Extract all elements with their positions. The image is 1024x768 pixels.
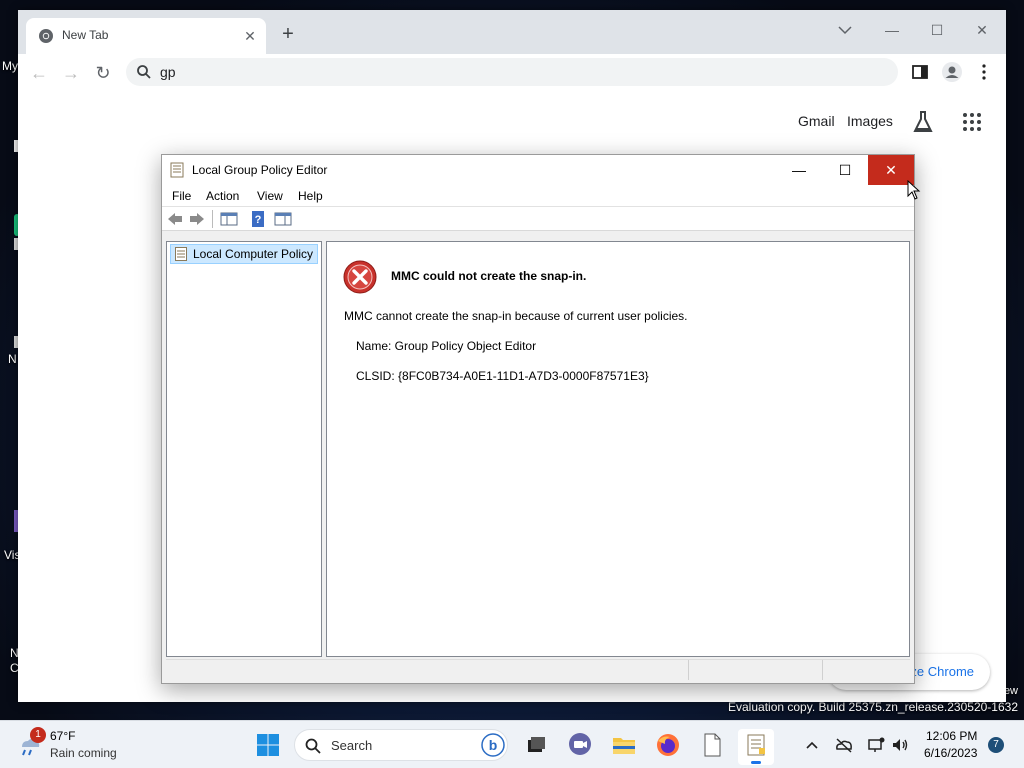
mmc-content: Local Computer Policy MMC could not crea… — [166, 241, 910, 657]
apps-grid-icon[interactable] — [962, 112, 982, 132]
volume-icon[interactable] — [890, 735, 910, 755]
images-link[interactable]: Images — [847, 113, 893, 129]
error-name-line: Name: Group Policy Object Editor — [356, 339, 537, 353]
search-icon — [137, 65, 151, 79]
back-arrow-icon[interactable]: ← — [26, 60, 52, 86]
clock-date[interactable]: 6/16/2023 — [924, 746, 977, 760]
task-view-icon[interactable] — [522, 731, 550, 759]
windows-start-icon[interactable] — [256, 733, 280, 757]
search-icon — [305, 738, 321, 754]
taskbar: 1 67°F Rain coming Search b 12:06 PM 6/1… — [0, 720, 1024, 768]
reload-icon[interactable]: ↻ — [90, 60, 116, 86]
error-clsid-line: CLSID: {8FC0B734-A0E1-11D1-A7D3-0000F875… — [356, 369, 649, 383]
show-action-pane-icon[interactable] — [274, 210, 292, 228]
weather-description[interactable]: Rain coming — [50, 746, 117, 760]
error-heading: MMC could not create the snap-in. — [391, 269, 587, 283]
profile-icon[interactable] — [940, 60, 964, 84]
teams-chat-icon[interactable] — [566, 731, 594, 759]
help-icon[interactable]: ? — [250, 210, 268, 228]
chevron-up-icon[interactable] — [802, 735, 822, 755]
chrome-toolbar: ← → ↻ gp — [18, 54, 1006, 90]
bing-icon[interactable]: b — [481, 733, 505, 757]
customize-chrome-label: ze Chrome — [910, 664, 974, 679]
back-arrow-icon[interactable] — [166, 210, 184, 228]
mmc-status-bar — [166, 659, 910, 680]
error-message: MMC cannot create the snap-in because of… — [344, 309, 688, 323]
console-tree: Local Computer Policy — [166, 241, 322, 657]
blank-document-icon[interactable] — [698, 731, 726, 759]
mouse-cursor-icon — [907, 180, 921, 200]
weather-badge: 1 — [30, 727, 46, 743]
active-app-indicator — [751, 761, 761, 764]
desktop-icon-label[interactable]: N — [8, 352, 17, 366]
notification-badge[interactable]: 7 — [988, 737, 1004, 753]
weather-temperature[interactable]: 67°F — [50, 729, 75, 743]
policy-document-icon — [747, 734, 765, 756]
svg-text:?: ? — [255, 214, 262, 226]
tab-new-tab[interactable]: New Tab ✕ — [26, 18, 266, 54]
mmc-menu-bar: File Action View Help — [162, 185, 914, 207]
group-policy-editor-window: Local Group Policy Editor — ☐ ✕ File Act… — [161, 154, 915, 684]
taskbar-search-placeholder: Search — [331, 738, 373, 753]
chrome-icon — [39, 29, 53, 43]
network-icon[interactable] — [866, 735, 886, 755]
mmc-title-bar: Local Group Policy Editor — ☐ ✕ — [162, 155, 914, 185]
desktop-icon-label[interactable]: ew — [1004, 685, 1018, 697]
close-button[interactable]: ✕ — [966, 16, 998, 44]
firefox-icon[interactable] — [654, 731, 682, 759]
taskbar-group-policy-app[interactable] — [738, 729, 774, 765]
tree-item-local-computer-policy[interactable]: Local Computer Policy — [170, 244, 319, 264]
forward-arrow-icon[interactable] — [188, 210, 206, 228]
policy-document-icon — [170, 162, 184, 178]
menu-view[interactable]: View — [257, 189, 283, 203]
mmc-maximize-button[interactable]: ☐ — [822, 155, 868, 185]
desktop-icon-label[interactable]: My — [2, 59, 18, 73]
address-bar-text[interactable]: gp — [160, 64, 176, 80]
new-tab-button[interactable]: + — [276, 23, 300, 47]
menu-action[interactable]: Action — [206, 189, 239, 203]
address-bar[interactable]: gp — [126, 58, 898, 86]
file-explorer-icon[interactable] — [610, 731, 638, 759]
forward-arrow-icon[interactable]: → — [58, 60, 84, 86]
result-pane: MMC could not create the snap-in. MMC ca… — [326, 241, 910, 657]
labs-flask-icon[interactable] — [912, 110, 934, 134]
tab-title: New Tab — [62, 28, 109, 42]
clock-time[interactable]: 12:06 PM — [926, 729, 977, 743]
toolbar-separator — [212, 210, 213, 228]
mmc-minimize-button[interactable]: — — [776, 155, 822, 185]
taskbar-search-box[interactable]: Search b — [294, 729, 508, 761]
status-cell — [688, 660, 822, 680]
menu-help[interactable]: Help — [298, 189, 323, 203]
side-panel-icon[interactable] — [908, 60, 932, 84]
mmc-toolbar: ? — [162, 207, 914, 231]
tab-strip: New Tab ✕ + — ☐ ✕ — [18, 10, 1006, 54]
error-icon — [343, 260, 377, 294]
evaluation-watermark: Evaluation copy. Build 25375.zn_release.… — [728, 700, 1018, 714]
menu-dots-icon[interactable] — [972, 60, 996, 84]
mmc-window-title: Local Group Policy Editor — [192, 163, 328, 177]
policy-document-icon — [175, 247, 187, 261]
show-hide-tree-icon[interactable] — [220, 210, 238, 228]
menu-file[interactable]: File — [172, 189, 191, 203]
minimize-button[interactable]: — — [876, 16, 908, 44]
maximize-button[interactable]: ☐ — [921, 16, 953, 44]
tree-item-label: Local Computer Policy — [193, 247, 314, 261]
gmail-link[interactable]: Gmail — [798, 113, 835, 129]
chevron-down-icon[interactable] — [830, 16, 860, 44]
onedrive-offline-icon[interactable] — [834, 735, 854, 755]
tab-close-icon[interactable]: ✕ — [240, 26, 260, 46]
status-cell — [822, 660, 908, 680]
svg-text:b: b — [489, 737, 498, 753]
